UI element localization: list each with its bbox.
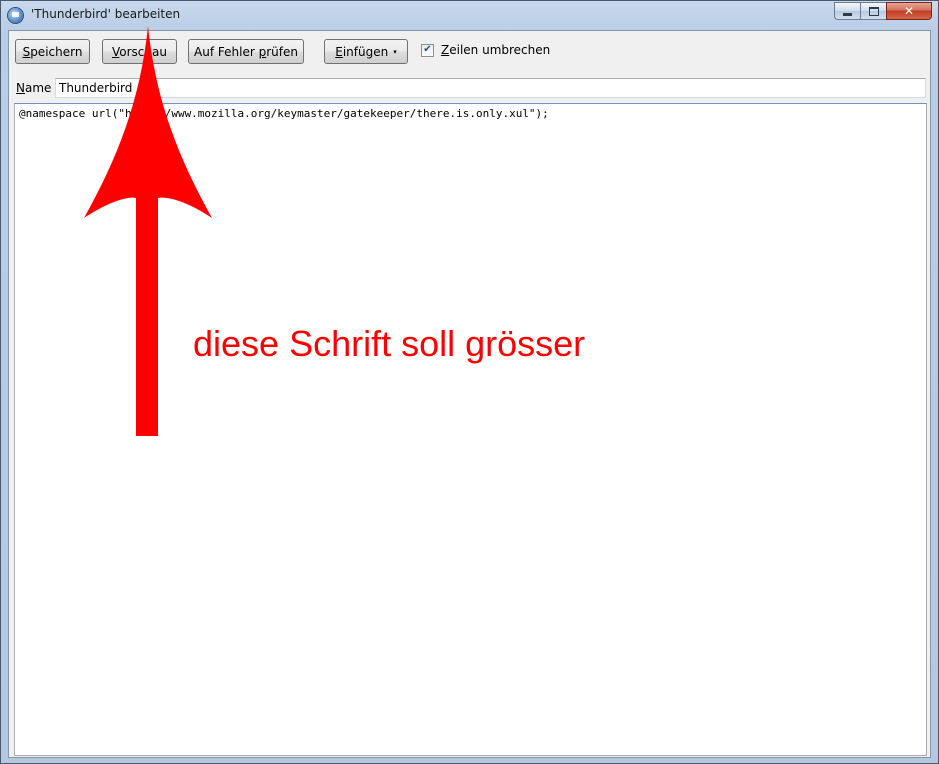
maximize-icon: [868, 6, 879, 16]
maximize-button[interactable]: [860, 2, 886, 20]
insert-label: infügen: [342, 44, 389, 59]
thunderbird-app-icon: [8, 8, 23, 23]
wrap-lines-checkbox[interactable]: ✔: [421, 43, 434, 57]
save-label: peichern: [30, 44, 83, 59]
name-accesskey: N: [16, 81, 25, 95]
wrap-lines-label-rest: eilen umbrechen: [449, 43, 551, 57]
name-label: Name: [16, 81, 51, 95]
close-button[interactable]: ✕: [886, 2, 932, 20]
window-title: 'Thunderbird' bearbeiten: [31, 7, 181, 21]
caption-buttons: ✕: [834, 2, 932, 21]
checkmark-icon: ✔: [423, 44, 432, 55]
wrap-lines-label: Zeilen umbrechen: [441, 43, 550, 57]
check-errors-label-end: rüfen: [266, 44, 298, 59]
dropdown-arrow-icon: ▾: [393, 47, 397, 56]
annotation-arrow-shape: [84, 26, 212, 436]
name-label-rest: ame: [24, 81, 52, 95]
insert-accesskey: E: [335, 44, 343, 59]
wrap-lines-accesskey: Z: [441, 43, 450, 57]
minimize-icon: [843, 12, 852, 16]
title-bar[interactable]: 'Thunderbird' bearbeiten ✕: [1, 1, 938, 29]
up-arrow-icon: [84, 26, 212, 436]
wrap-lines-option[interactable]: ✔ Zeilen umbrechen: [421, 43, 550, 57]
insert-dropdown-button[interactable]: Einfügen ▾: [324, 39, 408, 64]
minimize-button[interactable]: [834, 2, 860, 20]
close-icon: ✕: [903, 4, 915, 18]
annotation-text: diese Schrift soll grösser: [193, 323, 586, 364]
